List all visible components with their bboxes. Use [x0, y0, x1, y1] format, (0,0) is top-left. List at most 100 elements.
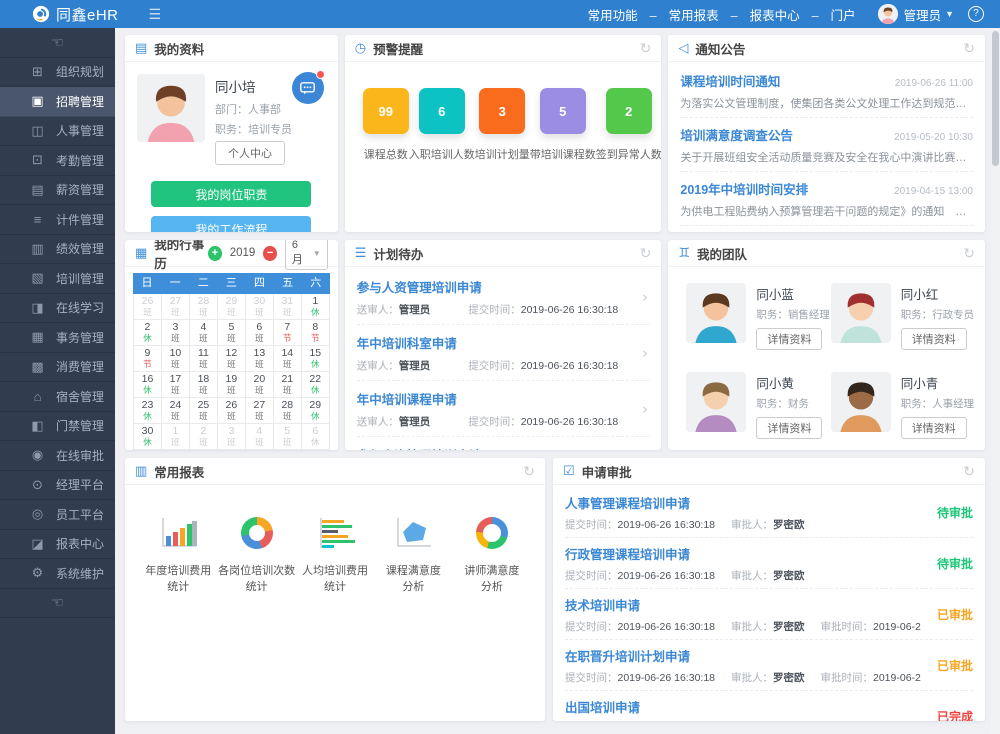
notice-date: 2019-04-15 13:00	[894, 186, 973, 197]
sidebar-item[interactable]: ⊞ 组织规划	[0, 58, 115, 88]
top-nav-item[interactable]: 门户	[800, 5, 856, 24]
alert-tile[interactable]: 6 入职培训人数	[409, 88, 475, 162]
my-duty-button[interactable]: 我的岗位职责	[151, 181, 311, 207]
user-menu[interactable]: 管理员 ▼	[878, 4, 954, 24]
calendar-day-type: 班	[274, 307, 301, 317]
todo-item[interactable]: 参与人资管理培训申请 送审人：管理员提交时间：2019-06-26 16:30:…	[357, 437, 650, 450]
todo-title[interactable]: 参与人资管理培训申请	[357, 445, 650, 450]
member-detail-button[interactable]: 详情资料	[756, 328, 822, 350]
report-annual-cost[interactable]: 年度培训费用统计	[139, 513, 217, 595]
refresh-icon[interactable]: ↻	[523, 463, 535, 480]
sidebar-item[interactable]: ▤ 薪资管理	[0, 176, 115, 206]
todo-time: 2019-06-26 16:30:18	[521, 416, 619, 428]
chevron-right-icon[interactable]: ›	[642, 288, 647, 305]
personal-center-button[interactable]: 个人中心	[215, 141, 285, 165]
sidebar-item-label: 经理平台	[56, 476, 104, 493]
todo-sender-label: 送审人：	[357, 416, 399, 428]
top-nav-item[interactable]: 报表中心	[719, 5, 800, 24]
todo-title[interactable]: 年中培训课程申请	[357, 389, 650, 408]
calendar-day: 29	[218, 295, 245, 307]
sidebar-item[interactable]: ⊙ 经理平台	[0, 471, 115, 501]
refresh-icon[interactable]: ↻	[640, 40, 652, 57]
sidebar-item[interactable]: ⚙ 系统维护	[0, 559, 115, 589]
sidebar-item[interactable]: ▧ 培训管理	[0, 264, 115, 294]
todo-item[interactable]: 年中培训课程申请 送审人：管理员提交时间：2019-06-26 16:30:18…	[357, 381, 650, 437]
member-detail-button[interactable]: 详情资料	[901, 417, 967, 439]
approval-title[interactable]: 人事管理课程培训申请	[565, 493, 921, 512]
calendar-cell: 12 班	[218, 346, 246, 372]
top-nav-item[interactable]: 常用功能	[588, 5, 638, 24]
sidebar-item[interactable]: ▩ 消费管理	[0, 353, 115, 383]
alert-tile[interactable]: 2 签到异常人数	[596, 88, 662, 162]
todo-title[interactable]: 年中培训科室申请	[357, 333, 650, 352]
sidebar-item[interactable]: ⊡ 考勤管理	[0, 146, 115, 176]
calendar-cell: 2 休	[134, 320, 162, 346]
scrollbar	[991, 28, 1000, 734]
chevron-right-icon[interactable]: ›	[642, 344, 647, 361]
alert-tile-value: 5	[540, 88, 586, 134]
refresh-icon[interactable]: ↻	[640, 245, 652, 262]
sidebar-item[interactable]: ≡ 计件管理	[0, 205, 115, 235]
scrollbar-thumb[interactable]	[992, 31, 999, 166]
approval-item: 出国培训申请 提交时间：2019-06-26 16:30:18审批人：罗密欧审批…	[565, 691, 973, 721]
calendar-day-type: 休	[302, 307, 329, 317]
sidebar-item[interactable]: ☜	[0, 28, 115, 58]
member-detail-button[interactable]: 详情资料	[901, 328, 967, 350]
refresh-icon[interactable]: ↻	[963, 40, 975, 57]
user-name: 管理员	[904, 5, 942, 24]
report-teacher-satisfaction[interactable]: 讲师满意度分析	[453, 513, 531, 595]
sidebar-item[interactable]: ◫ 人事管理	[0, 117, 115, 147]
top-nav-item[interactable]: 常用报表	[638, 5, 719, 24]
member-detail-button[interactable]: 详情资料	[756, 417, 822, 439]
calendar-day: 24	[162, 399, 189, 411]
sidebar-item[interactable]: ◧ 门禁管理	[0, 412, 115, 442]
sidebar-item[interactable]: ◨ 在线学习	[0, 294, 115, 324]
chevron-right-icon[interactable]: ›	[642, 400, 647, 417]
member-avatar	[686, 372, 746, 432]
month-select[interactable]: 6月 ▼	[285, 240, 328, 270]
sidebar-item[interactable]: ▦ 事务管理	[0, 323, 115, 353]
alert-tile[interactable]: 5 带培训课程数	[530, 88, 596, 162]
calendar-day-type: 班	[190, 333, 217, 343]
menu-icon[interactable]: ☰	[149, 6, 162, 23]
sidebar-item[interactable]: ◪ 报表中心	[0, 530, 115, 560]
sidebar-item[interactable]: ▥ 绩效管理	[0, 235, 115, 265]
todo-item[interactable]: 参与人资管理培训申请 送审人：管理员提交时间：2019-06-26 16:30:…	[357, 269, 650, 325]
my-workflow-button[interactable]: 我的工作流程	[151, 216, 311, 232]
todo-item[interactable]: 年中培训科室申请 送审人：管理员提交时间：2019-06-26 16:30:18…	[357, 325, 650, 381]
refresh-icon[interactable]: ↻	[963, 245, 975, 262]
alert-tile[interactable]: 3 培训计划量	[475, 88, 530, 162]
sidebar-item-label: 宿舍管理	[56, 388, 104, 405]
alert-tile[interactable]: 99 课程总数	[363, 88, 409, 162]
report-post-count[interactable]: 各岗位培训次数统计	[217, 513, 295, 595]
refresh-icon[interactable]: ↻	[963, 463, 975, 480]
year-decrease-button[interactable]: −	[263, 246, 277, 261]
report-per-capita-cost[interactable]: 人均培训费用统计	[296, 513, 374, 595]
ring-chart-icon	[453, 513, 531, 553]
notice-title[interactable]: 2019年中培训时间安排	[680, 179, 808, 198]
sidebar-item-label: 计件管理	[56, 211, 104, 228]
month-select-value: 6月	[292, 240, 306, 267]
notice-title[interactable]: 培训满意度调查公告	[680, 125, 793, 144]
approval-title[interactable]: 技术培训申请	[565, 595, 921, 614]
approval-title[interactable]: 行政管理课程培训申请	[565, 544, 921, 563]
sidebar-item[interactable]: ☜	[0, 589, 115, 619]
report-course-satisfaction[interactable]: 课程满意度分析	[374, 513, 452, 595]
help-icon[interactable]: ?	[968, 6, 984, 22]
approval-title[interactable]: 在职晋升培训计划申请	[565, 646, 921, 665]
calendar-cell: 22 休	[302, 372, 330, 398]
member-role: 职务：人事经理	[901, 396, 975, 411]
calendar-day: 4	[246, 425, 273, 437]
calendar-cell: 15 休	[302, 346, 330, 372]
sidebar-item[interactable]: ◎ 员工平台	[0, 500, 115, 530]
year-increase-button[interactable]: +	[208, 246, 222, 261]
notice-title[interactable]: 课程培训时间通知	[680, 71, 780, 90]
calendar-cell: 26 班	[134, 294, 162, 320]
sidebar-item[interactable]: ◉ 在线审批	[0, 441, 115, 471]
alert-tile-label: 培训计划量	[475, 146, 530, 162]
sidebar-item[interactable]: ⌂ 宿舍管理	[0, 382, 115, 412]
todo-title[interactable]: 参与人资管理培训申请	[357, 277, 650, 296]
sidebar-item[interactable]: ▣ 招聘管理	[0, 87, 115, 117]
approval-title[interactable]: 出国培训申请	[565, 697, 921, 716]
approval-submit-time: 2019-06-26 16:30:18	[618, 519, 716, 531]
